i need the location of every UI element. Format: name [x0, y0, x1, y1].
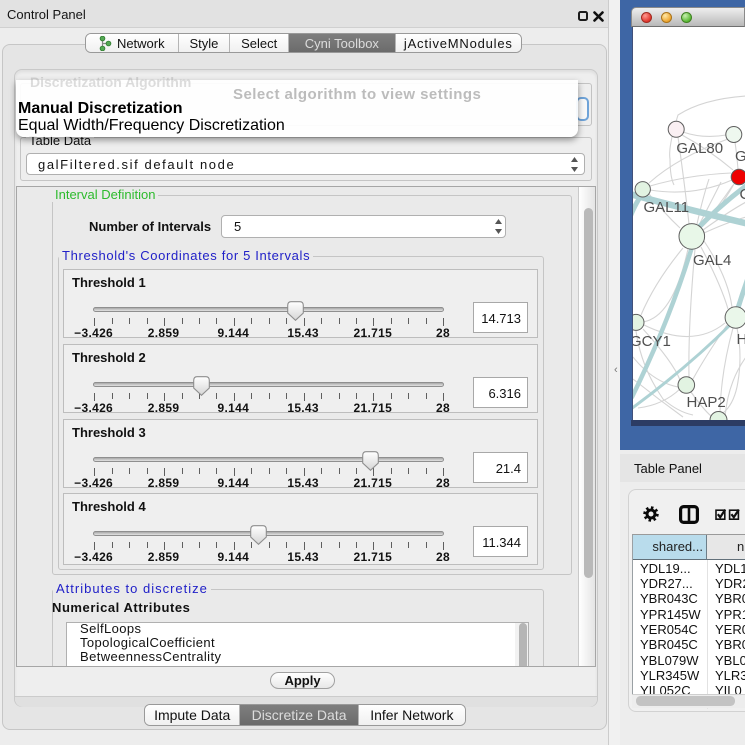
svg-text:GAL4: GAL4	[693, 252, 731, 269]
svg-text:GAL11: GAL11	[644, 199, 690, 216]
svg-text:GCY1: GCY1	[633, 333, 671, 350]
svg-text:GAL80: GAL80	[676, 140, 723, 157]
svg-text:H: H	[737, 331, 745, 348]
svg-text:G.: G.	[735, 148, 745, 165]
svg-text:C: C	[740, 186, 745, 203]
svg-text:HAP2: HAP2	[687, 394, 726, 411]
